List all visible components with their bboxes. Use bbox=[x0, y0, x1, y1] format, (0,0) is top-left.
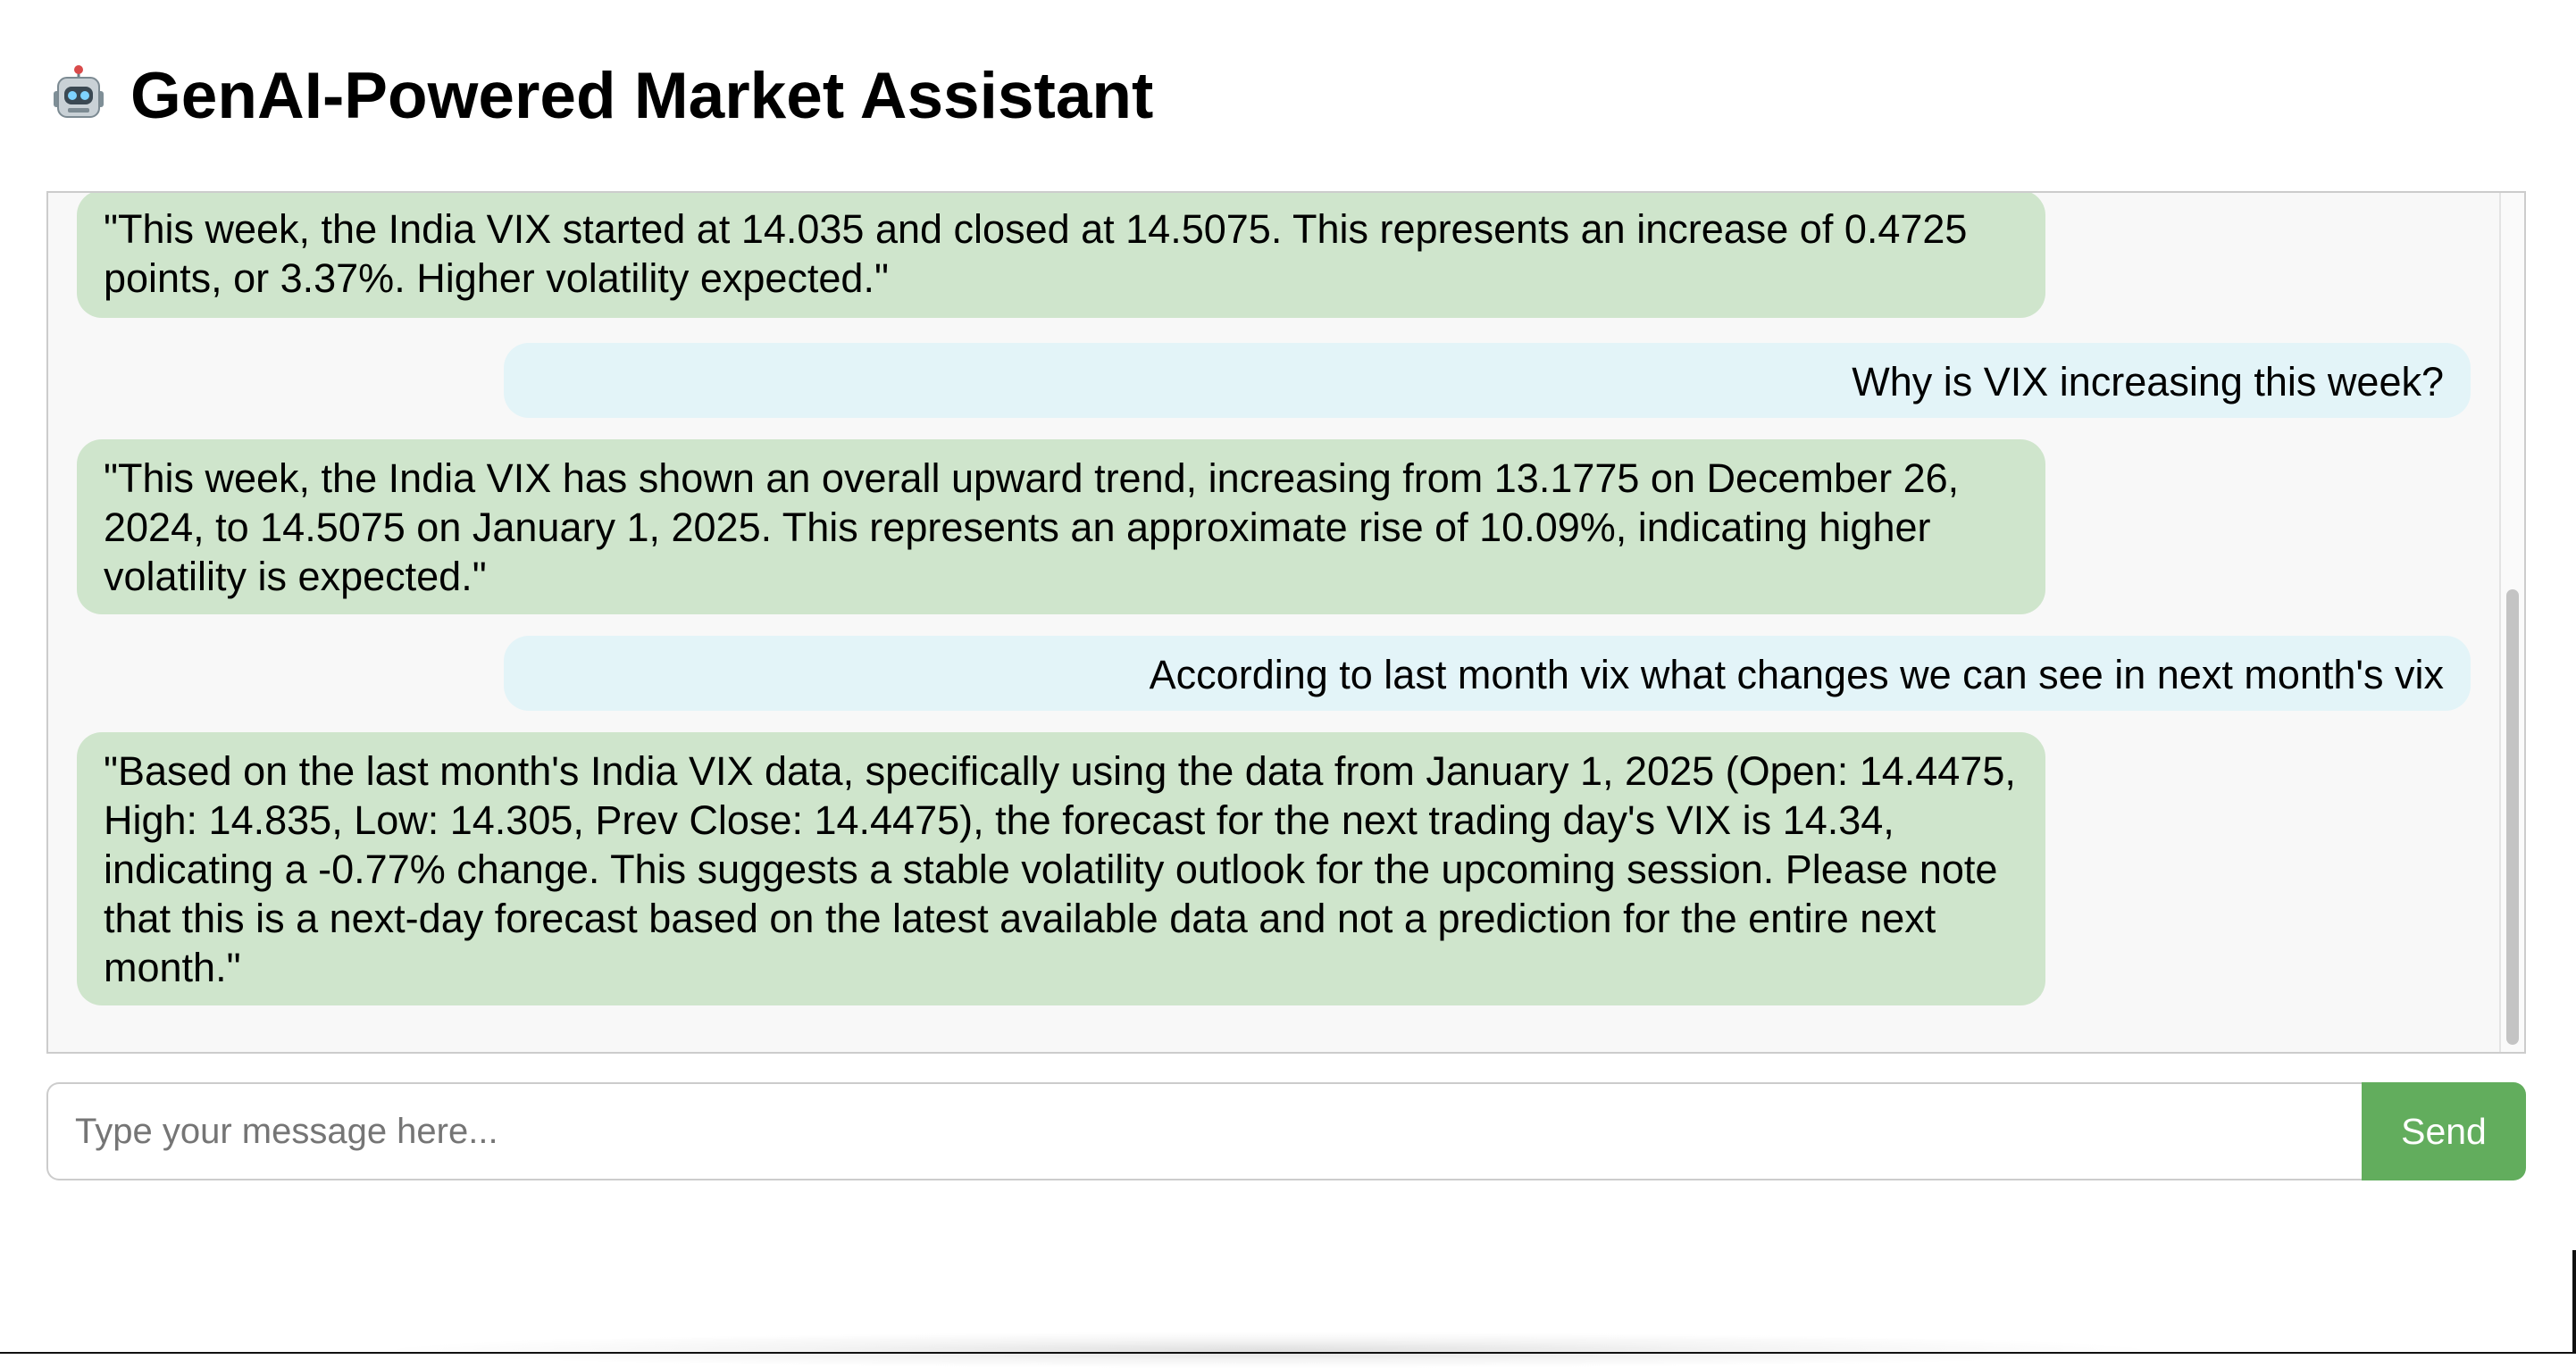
user-message: According to last month vix what changes… bbox=[504, 636, 2471, 711]
assistant-message-text: "This week, the India VIX has shown an o… bbox=[104, 455, 1960, 599]
assistant-message: "This week, the India VIX has shown an o… bbox=[77, 439, 2045, 614]
user-message-text: According to last month vix what changes… bbox=[1149, 652, 2444, 697]
chat-scrollbar[interactable] bbox=[2499, 193, 2524, 1052]
chat-scrollbar-thumb[interactable] bbox=[2506, 589, 2519, 1045]
assistant-message: "Based on the last month's India VIX dat… bbox=[77, 732, 2045, 1005]
bottom-shadow bbox=[393, 1332, 2144, 1368]
window-edge bbox=[2572, 1250, 2576, 1354]
user-message: Why is VIX increasing this week? bbox=[504, 343, 2471, 418]
send-button[interactable]: Send bbox=[2362, 1082, 2526, 1180]
chat-history[interactable]: "This week, the India VIX started at 14.… bbox=[46, 191, 2526, 1054]
user-message-text: Why is VIX increasing this week? bbox=[1852, 359, 2444, 405]
robot-face-icon bbox=[54, 65, 104, 118]
page-title: GenAI-Powered Market Assistant bbox=[48, 59, 1153, 132]
assistant-message-text: "Based on the last month's India VIX dat… bbox=[104, 748, 2016, 990]
message-input[interactable] bbox=[46, 1082, 2362, 1180]
assistant-message-text: "This week, the India VIX started at 14.… bbox=[104, 206, 1968, 301]
page-title-text: GenAI-Powered Market Assistant bbox=[130, 59, 1154, 132]
assistant-message: "This week, the India VIX started at 14.… bbox=[77, 193, 2045, 318]
message-composer: Send bbox=[46, 1082, 2526, 1180]
